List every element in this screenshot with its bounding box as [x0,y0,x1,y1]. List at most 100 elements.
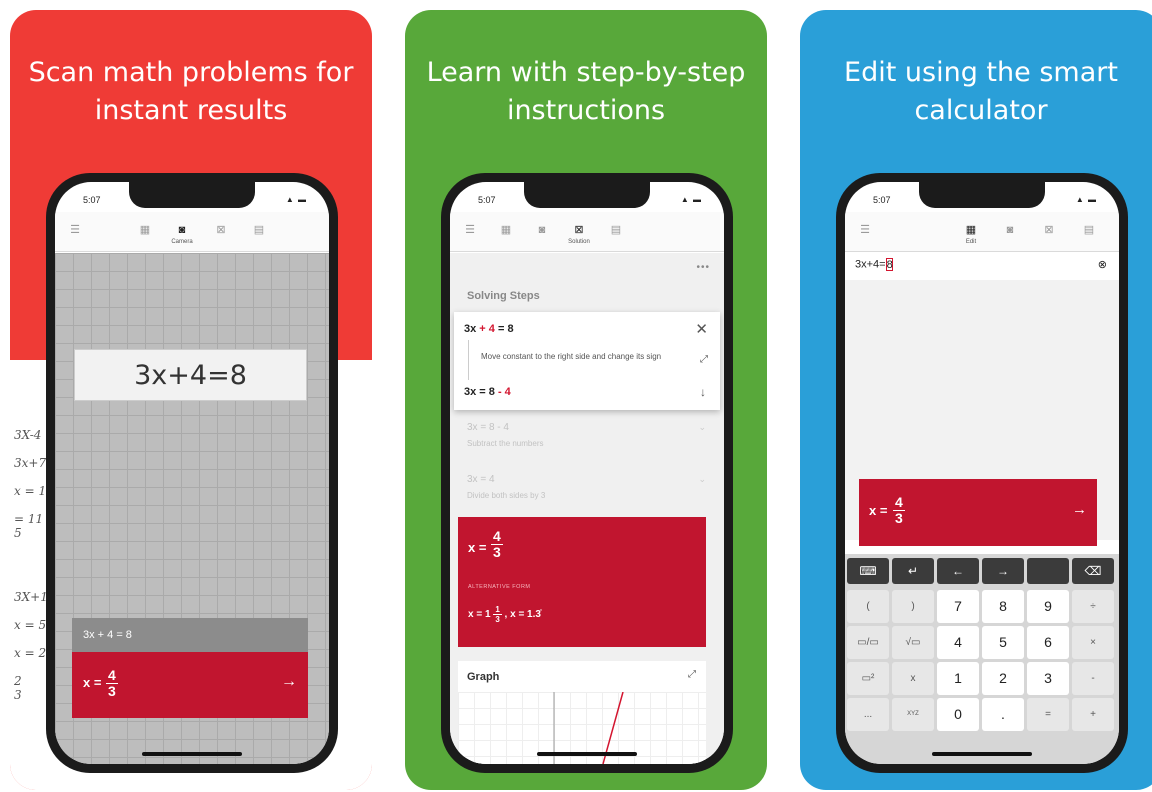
equation-part: = 8 [494,323,514,335]
blank-key[interactable] [1027,558,1069,584]
app-toolbar: ☰ ▦ ◙ Camera ⊠ ▤ [55,212,329,252]
recognized-equation[interactable]: 3x + 4 = 8 [72,618,308,652]
notes-icon[interactable]: ▤ [608,222,624,238]
alt-whole: x = 1 [468,609,491,621]
camera-icon[interactable]: ◙ [534,222,550,238]
chevron-down-icon[interactable]: ⌄ [698,422,706,433]
menu-icon[interactable]: ☰ [462,222,478,238]
background-math: 3 [14,688,22,702]
calculator-icon[interactable]: ▦ [963,222,979,238]
arrow-down-icon[interactable]: ↓ [700,385,706,399]
calculator-icon[interactable]: ▦ [137,222,153,238]
key-divide[interactable]: ÷ [1072,590,1114,623]
background-math: = 11 [14,512,44,526]
tab-label-camera: Camera [171,239,193,245]
enter-key[interactable]: ↵ [892,558,934,584]
fraction-denominator: 3 [495,615,500,624]
key-sqrt[interactable]: √▭ [892,626,934,659]
phone-screen: 5:07 ▲ ▬ ☰ ▦ Edit ◙ ⊠ ▤ 3x+4=8 ⊗ x = 4 3… [845,182,1119,764]
key-decimal[interactable]: . [982,698,1024,731]
status-icons: ▲ ▬ [1075,195,1097,204]
close-icon[interactable]: ✕ [695,320,708,338]
arrow-right-icon[interactable]: → [1072,501,1087,518]
key-5[interactable]: 5 [982,626,1024,659]
key-power[interactable]: ▭² [847,662,889,695]
equation-highlight: - 4 [497,386,511,398]
step-description: Move constant to the right side and chan… [481,352,662,361]
calculator-icon[interactable]: ▦ [498,222,514,238]
step-equation: 3x + 4 = 8 [464,323,514,335]
cursor-left-key[interactable]: ← [937,558,979,584]
step-item[interactable]: 3x = 4 Divide both sides by 3 [467,474,545,500]
backspace-key[interactable]: ⌫ [1072,558,1114,584]
keyboard-toggle-key[interactable]: ⌨ [847,558,889,584]
key-more[interactable]: ... [847,698,889,731]
background-math: 3X+1 [14,590,48,604]
graph-title: Graph [467,671,500,683]
menu-icon[interactable]: ☰ [67,222,83,238]
notes-icon[interactable]: ▤ [1081,222,1097,238]
result-fraction: 4 3 [893,495,905,526]
cursor-right-key[interactable]: → [982,558,1024,584]
fraction-numerator: 4 [491,528,503,545]
card-title: Learn with step-by-step instructions [426,57,746,126]
equation-input[interactable]: 3x+4=8 [855,258,893,271]
key-2[interactable]: 2 [982,662,1024,695]
phone-frame: 5:07 ▲ ▬ ☰ ▦ ◙ Camera ⊠ ▤ 3x+4=8 3x + 4 … [46,173,338,773]
key-xyz[interactable]: XYZ [892,698,934,731]
phone-frame: 5:07 ▲ ▬ ☰ ▦ ◙ ⊠ Solution ▤ ••• Solving … [441,173,733,773]
key-fraction[interactable]: ▭/▭ [847,626,889,659]
fraction-numerator: 1 [493,605,502,615]
key-0[interactable]: 0 [937,698,979,731]
screenshot-card-steps: Learn with step-by-step instructions 5:0… [405,10,767,790]
step-item[interactable]: 3x = 8 - 4 Subtract the numbers [467,422,543,448]
scan-frame[interactable]: 3x+4=8 [74,349,307,401]
expand-icon[interactable]: ⤢ [688,669,696,680]
expand-icon[interactable]: ⤢ [700,354,708,365]
arrow-right-icon[interactable]: → [281,673,297,691]
clear-icon[interactable]: ⊗ [1098,258,1107,271]
key-close-paren[interactable]: ) [892,590,934,623]
menu-icon[interactable]: ☰ [857,222,873,238]
tab-label-solution: Solution [568,239,590,245]
key-8[interactable]: 8 [982,590,1024,623]
alt-decimal: , x = 1.3̇ [504,609,541,621]
input-text: 3x+4= [855,258,886,271]
background-math: 5 [14,526,22,540]
solution-icon[interactable]: ⊠ [213,222,229,238]
key-7[interactable]: 7 [937,590,979,623]
active-step-card[interactable]: 3x + 4 = 8 ✕ Move constant to the right … [454,312,720,410]
key-6[interactable]: 6 [1027,626,1069,659]
result-bar[interactable]: x = 4 3 → [859,479,1097,546]
key-1[interactable]: 1 [937,662,979,695]
background-math: x = 2 [14,646,47,660]
result-lhs: x = [468,540,487,555]
camera-icon[interactable]: ◙ [1002,222,1018,238]
key-4[interactable]: 4 [937,626,979,659]
more-icon[interactable]: ••• [696,262,710,273]
camera-icon[interactable]: ◙ [174,222,190,238]
key-9[interactable]: 9 [1027,590,1069,623]
key-open-paren[interactable]: ( [847,590,889,623]
status-time: 5:07 [83,195,101,205]
key-multiply[interactable]: × [1072,626,1114,659]
notes-icon[interactable]: ▤ [251,222,267,238]
fraction-denominator: 3 [108,683,116,699]
alt-fraction: 1 3 [493,605,502,624]
solution-icon[interactable]: ⊠ [571,222,587,238]
step-connector [468,340,469,380]
home-indicator [537,752,637,756]
key-equals[interactable]: = [1027,698,1069,731]
status-time: 5:07 [873,195,891,205]
key-plus[interactable]: + [1072,698,1114,731]
home-indicator [932,752,1032,756]
graph-card[interactable]: Graph ⤢ [458,661,706,764]
result-bar[interactable]: x = 4 3 → [72,652,308,718]
chevron-down-icon[interactable]: ⌄ [698,474,706,485]
solution-icon[interactable]: ⊠ [1041,222,1057,238]
step-equation: 3x = 8 - 4 [467,422,509,433]
key-minus[interactable]: - [1072,662,1114,695]
key-3[interactable]: 3 [1027,662,1069,695]
key-x[interactable]: x [892,662,934,695]
step-equation: 3x = 4 [467,474,495,485]
